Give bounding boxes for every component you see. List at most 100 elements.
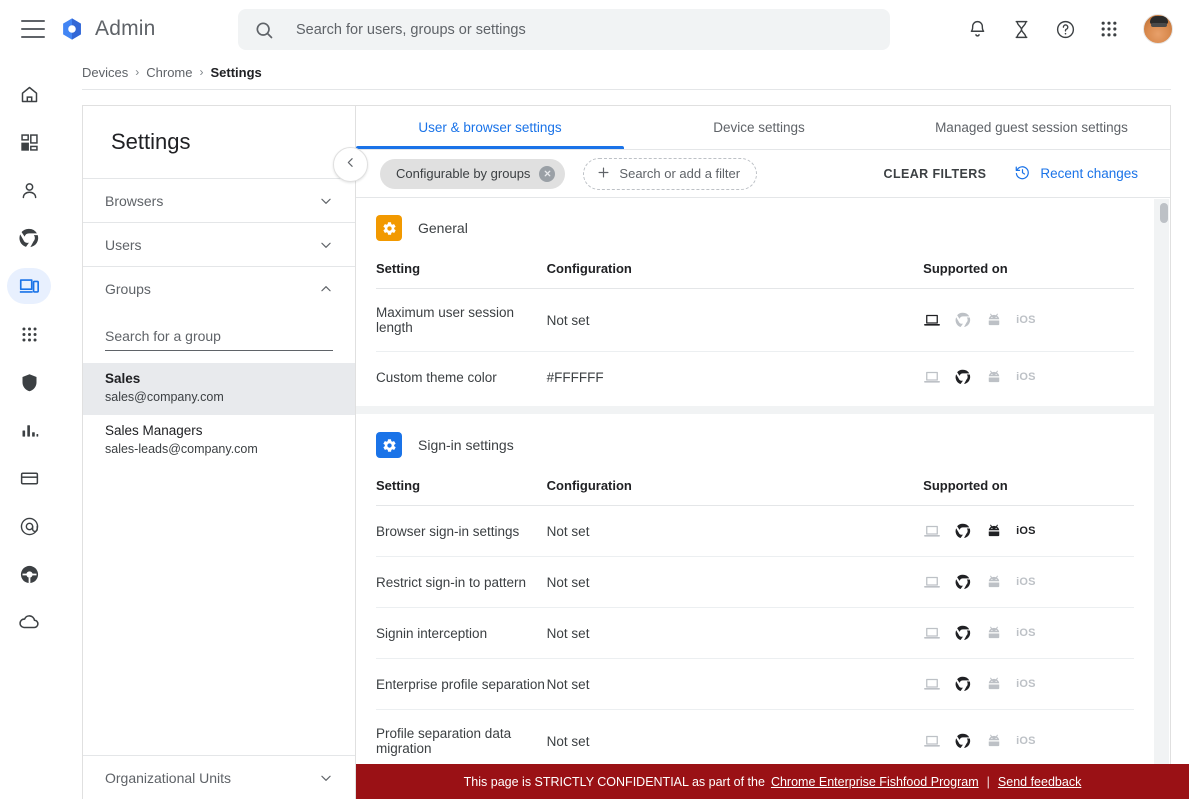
supported-on-cell: iOS xyxy=(923,658,1134,710)
help-question-icon[interactable] xyxy=(1053,17,1077,41)
clear-filters-button[interactable]: CLEAR FILTERS xyxy=(884,167,987,181)
settings-content-panel: User & browser settings Device settings … xyxy=(356,105,1171,799)
search-input[interactable] xyxy=(294,20,854,39)
table-row[interactable]: Restrict sign-in to pattern Not set iOS xyxy=(376,556,1134,608)
menu-hamburger-icon[interactable] xyxy=(21,20,45,38)
table-row[interactable]: Signin interception Not set iOS xyxy=(376,607,1134,659)
platform-icons: iOS xyxy=(923,368,1134,386)
configuration-cell: Not set xyxy=(546,556,924,608)
top-app-bar: Admin xyxy=(0,0,1189,58)
google-admin-logo-icon xyxy=(63,18,81,40)
group-list-item-sales[interactable]: Sales sales@company.com xyxy=(83,363,355,415)
column-header-supported-on: Supported on xyxy=(923,261,1134,289)
group-email: sales@company.com xyxy=(105,390,224,404)
settings-tabs: User & browser settings Device settings … xyxy=(356,106,1170,150)
banner-link-program[interactable]: Chrome Enterprise Fishfood Program xyxy=(771,775,979,789)
settings-table-body-general: Maximum user session length Not set iOS Cus… xyxy=(376,288,1134,403)
banner-link-send-feedback[interactable]: Send feedback xyxy=(998,775,1081,789)
platform-icons: iOS xyxy=(923,732,1134,750)
plus-icon xyxy=(596,165,611,183)
group-search-input[interactable] xyxy=(105,324,333,351)
breadcrumb-separator-icon: › xyxy=(135,65,140,79)
notifications-bell-icon[interactable] xyxy=(965,17,989,41)
platform-icons: iOS xyxy=(923,311,1134,329)
filter-chip-configurable-by-groups[interactable]: Configurable by groups xyxy=(380,158,566,189)
android-icon xyxy=(988,370,1000,383)
laptop-icon xyxy=(924,371,941,383)
chevron-left-icon xyxy=(344,156,357,174)
group-list-item-sales-managers[interactable]: Sales Managers sales-leads@company.com xyxy=(105,415,333,467)
breadcrumb-chrome[interactable]: Chrome xyxy=(146,65,192,80)
setting-name-cell: Enterprise profile separation xyxy=(376,658,547,710)
ios-label: iOS xyxy=(1016,735,1036,747)
table-row[interactable]: Custom theme color #FFFFFF iOS xyxy=(376,352,1134,403)
supported-on-cell: iOS xyxy=(923,505,1134,557)
rail-item-security[interactable] xyxy=(7,364,51,400)
brand[interactable]: Admin xyxy=(59,16,156,42)
page-title: Settings xyxy=(111,129,191,154)
settings-table: Setting Configuration Supported on Brows… xyxy=(376,478,1134,798)
breadcrumb-divider xyxy=(82,89,1171,90)
supported-on-cell: iOS xyxy=(923,288,1134,352)
rail-item-home[interactable] xyxy=(7,76,51,112)
rail-item-apps[interactable] xyxy=(7,316,51,352)
section-title: General xyxy=(418,220,468,236)
breadcrumb-devices[interactable]: Devices xyxy=(82,65,128,80)
settings-left-panel: Settings Browsers Users Groups Sales xyxy=(82,105,356,799)
sidebar-section-browsers[interactable]: Browsers xyxy=(83,178,355,222)
close-icon[interactable] xyxy=(539,165,556,182)
rail-item-dashboard[interactable] xyxy=(7,124,51,160)
rail-item-directory[interactable] xyxy=(7,172,51,208)
setting-name-cell: Browser sign-in settings xyxy=(376,505,547,557)
settings-sections: General Setting Configuration Supported … xyxy=(356,199,1154,798)
column-header-configuration: Configuration xyxy=(546,478,924,506)
tab-user-browser-settings[interactable]: User & browser settings xyxy=(356,106,624,149)
breadcrumb-separator-icon: › xyxy=(199,65,204,79)
recent-changes-button[interactable]: Recent changes xyxy=(1014,164,1138,184)
laptop-icon xyxy=(924,735,941,747)
content-scrollbar-track[interactable] xyxy=(1160,201,1168,797)
chrome-icon xyxy=(955,625,971,641)
add-filter-button[interactable]: Search or add a filter xyxy=(583,157,758,190)
avatar-detail xyxy=(1151,23,1167,27)
tab-managed-guest-session-settings[interactable]: Managed guest session settings xyxy=(894,106,1169,149)
sidebar-section-groups[interactable]: Groups xyxy=(83,266,355,310)
android-icon xyxy=(988,734,1000,747)
sidebar-section-label: Users xyxy=(105,236,142,253)
global-search-bar[interactable] xyxy=(238,9,890,50)
table-row[interactable]: Enterprise profile separation Not set iOS xyxy=(376,658,1134,710)
sidebar-section-label: Groups xyxy=(105,280,151,297)
tab-device-settings[interactable]: Device settings xyxy=(624,106,894,149)
section-title: Sign-in settings xyxy=(418,437,514,453)
settings-table-body-sign-in: Browser sign-in settings Not set iOS Restri… xyxy=(376,505,1134,798)
apps-grid-icon[interactable] xyxy=(1097,17,1121,41)
section-header: Sign-in settings xyxy=(376,432,1134,458)
rail-item-devices[interactable] xyxy=(7,268,51,304)
configuration-cell: Not set xyxy=(546,607,924,659)
column-header-configuration: Configuration xyxy=(546,261,924,289)
rail-item-storage[interactable] xyxy=(7,604,51,640)
column-header-setting: Setting xyxy=(376,478,547,506)
sidebar-section-users[interactable]: Users xyxy=(83,222,355,266)
rail-item-account[interactable] xyxy=(7,508,51,544)
content-scrollbar-thumb[interactable] xyxy=(1160,203,1168,223)
banner-text: This page is STRICTLY CONFIDENTIAL as pa… xyxy=(463,774,765,789)
confidential-banner: This page is STRICTLY CONFIDENTIAL as pa… xyxy=(356,764,1189,799)
table-row[interactable]: Maximum user session length Not set iOS xyxy=(376,288,1134,352)
rail-item-billing[interactable] xyxy=(7,460,51,496)
rail-item-rules[interactable] xyxy=(7,556,51,592)
configuration-cell: Not set xyxy=(546,288,924,352)
collapse-panel-button[interactable] xyxy=(333,147,368,182)
table-row[interactable]: Browser sign-in settings Not set iOS xyxy=(376,505,1134,557)
group-list: Sales sales@company.com Sales Managers s… xyxy=(83,363,355,467)
hourglass-icon[interactable] xyxy=(1009,17,1033,41)
configuration-cell: Not set xyxy=(546,505,924,557)
rail-item-chrome[interactable] xyxy=(7,220,51,256)
rail-item-reporting[interactable] xyxy=(7,412,51,448)
chevron-up-icon xyxy=(319,282,333,296)
sidebar-section-organizational-units[interactable]: Organizational Units xyxy=(83,755,355,799)
setting-name-cell: Custom theme color xyxy=(376,369,497,385)
account-avatar[interactable] xyxy=(1143,14,1173,44)
platform-icons: iOS xyxy=(923,624,1134,642)
tab-label: Device settings xyxy=(713,120,805,135)
